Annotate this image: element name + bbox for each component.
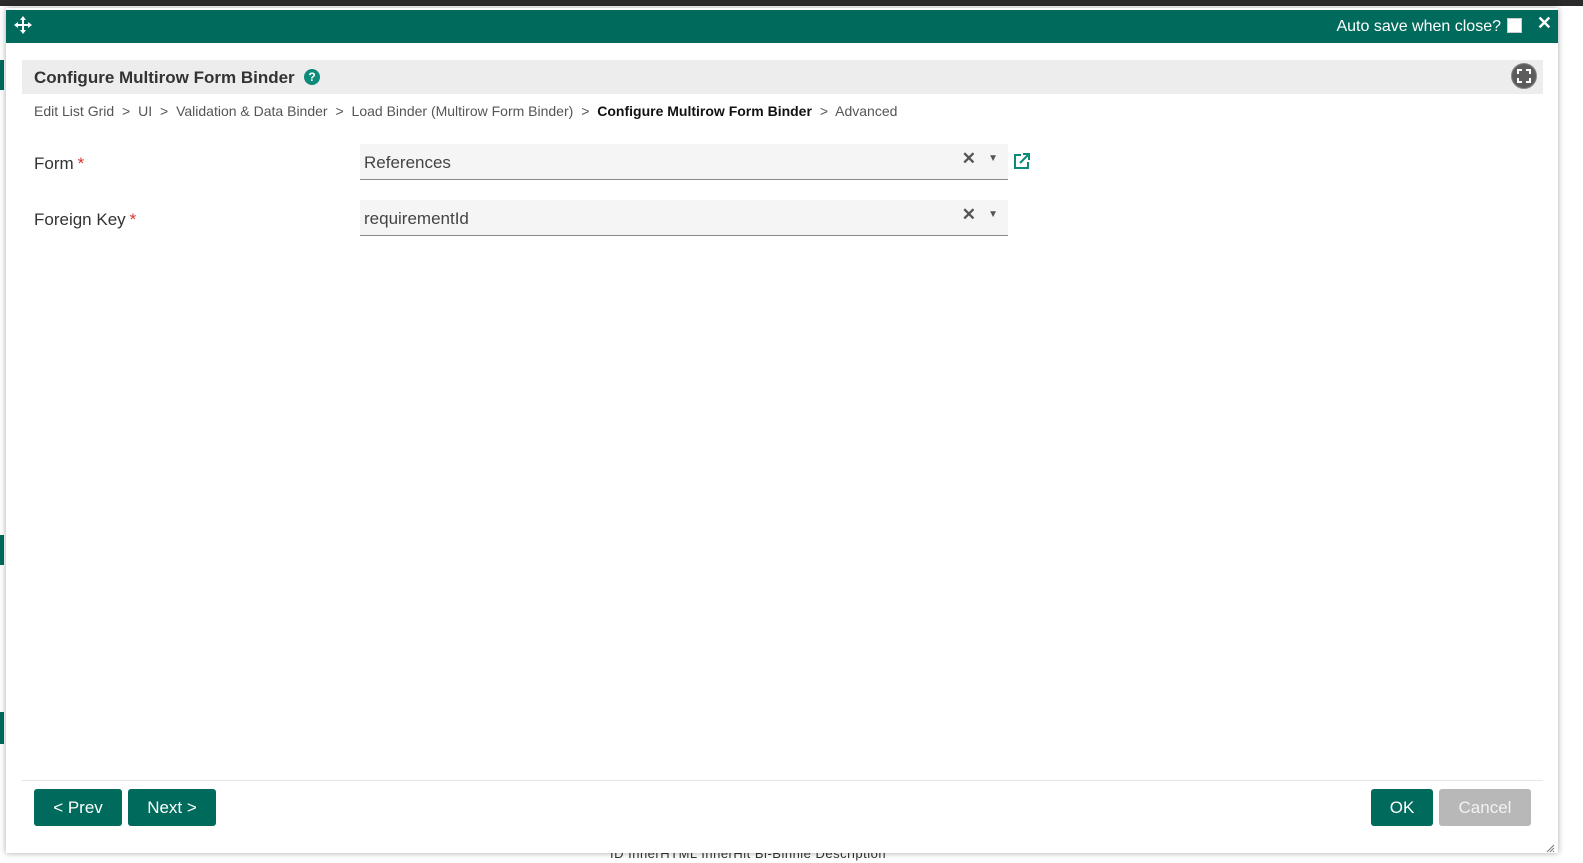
foreign-key-select-value: requirementId [364, 209, 469, 228]
background-green-marker [0, 712, 4, 744]
configure-dialog: Auto save when close? ✕ Configure Multir… [6, 8, 1558, 853]
foreign-key-label: Foreign Key * [34, 210, 136, 230]
cancel-button[interactable]: Cancel [1439, 789, 1531, 826]
page-header: Configure Multirow Form Binder ? [22, 60, 1543, 94]
footer-divider [22, 780, 1543, 781]
chevron-down-icon[interactable]: ▼ [988, 209, 998, 220]
autosave-toggle[interactable]: Auto save when close? [1336, 17, 1522, 36]
chevron-down-icon[interactable]: ▼ [988, 153, 998, 164]
close-icon[interactable]: ✕ [1537, 14, 1552, 32]
resize-handle-icon[interactable] [1545, 840, 1555, 853]
breadcrumb-item[interactable]: Edit List Grid [34, 103, 114, 119]
breadcrumb-item[interactable]: Validation & Data Binder [176, 103, 328, 119]
page-title: Configure Multirow Form Binder [34, 68, 295, 87]
prev-button[interactable]: < Prev [34, 789, 122, 826]
breadcrumb-item[interactable]: UI [138, 103, 152, 119]
clear-icon[interactable]: ✕ [962, 149, 976, 169]
fullscreen-icon [1517, 69, 1531, 83]
move-arrows-icon[interactable] [14, 16, 32, 34]
breadcrumb: Edit List Grid > UI > Validation & Data … [34, 103, 897, 119]
dialog-titlebar[interactable]: Auto save when close? ✕ [6, 10, 1558, 43]
foreign-key-label-text: Foreign Key [34, 210, 126, 229]
background-green-marker [0, 60, 4, 90]
ok-button[interactable]: OK [1371, 789, 1433, 826]
background-green-marker [0, 535, 4, 565]
breadcrumb-separator: > [581, 103, 590, 119]
help-icon[interactable]: ? [304, 69, 320, 85]
required-marker: * [77, 154, 85, 173]
breadcrumb-separator: > [335, 103, 344, 119]
breadcrumb-separator: > [819, 103, 828, 119]
external-link-icon[interactable] [1012, 151, 1032, 171]
form-select-value: References [364, 153, 451, 172]
foreign-key-select[interactable]: requirementId ✕ ▼ [360, 200, 1008, 236]
form-field-label: Form * [34, 154, 84, 174]
fullscreen-button[interactable] [1511, 63, 1537, 89]
required-marker: * [129, 210, 137, 229]
autosave-checkbox[interactable] [1507, 17, 1522, 33]
background-top-bar [0, 0, 1583, 6]
next-button[interactable]: Next > [128, 789, 216, 826]
form-select[interactable]: References ✕ ▼ [360, 144, 1008, 180]
form-label-text: Form [34, 154, 74, 173]
clear-icon[interactable]: ✕ [962, 205, 976, 225]
breadcrumb-separator: > [160, 103, 169, 119]
breadcrumb-item[interactable]: Load Binder (Multirow Form Binder) [352, 103, 574, 119]
breadcrumb-separator: > [122, 103, 131, 119]
breadcrumb-current: Configure Multirow Form Binder [597, 103, 812, 119]
autosave-label: Auto save when close? [1336, 18, 1501, 35]
breadcrumb-item[interactable]: Advanced [835, 103, 897, 119]
